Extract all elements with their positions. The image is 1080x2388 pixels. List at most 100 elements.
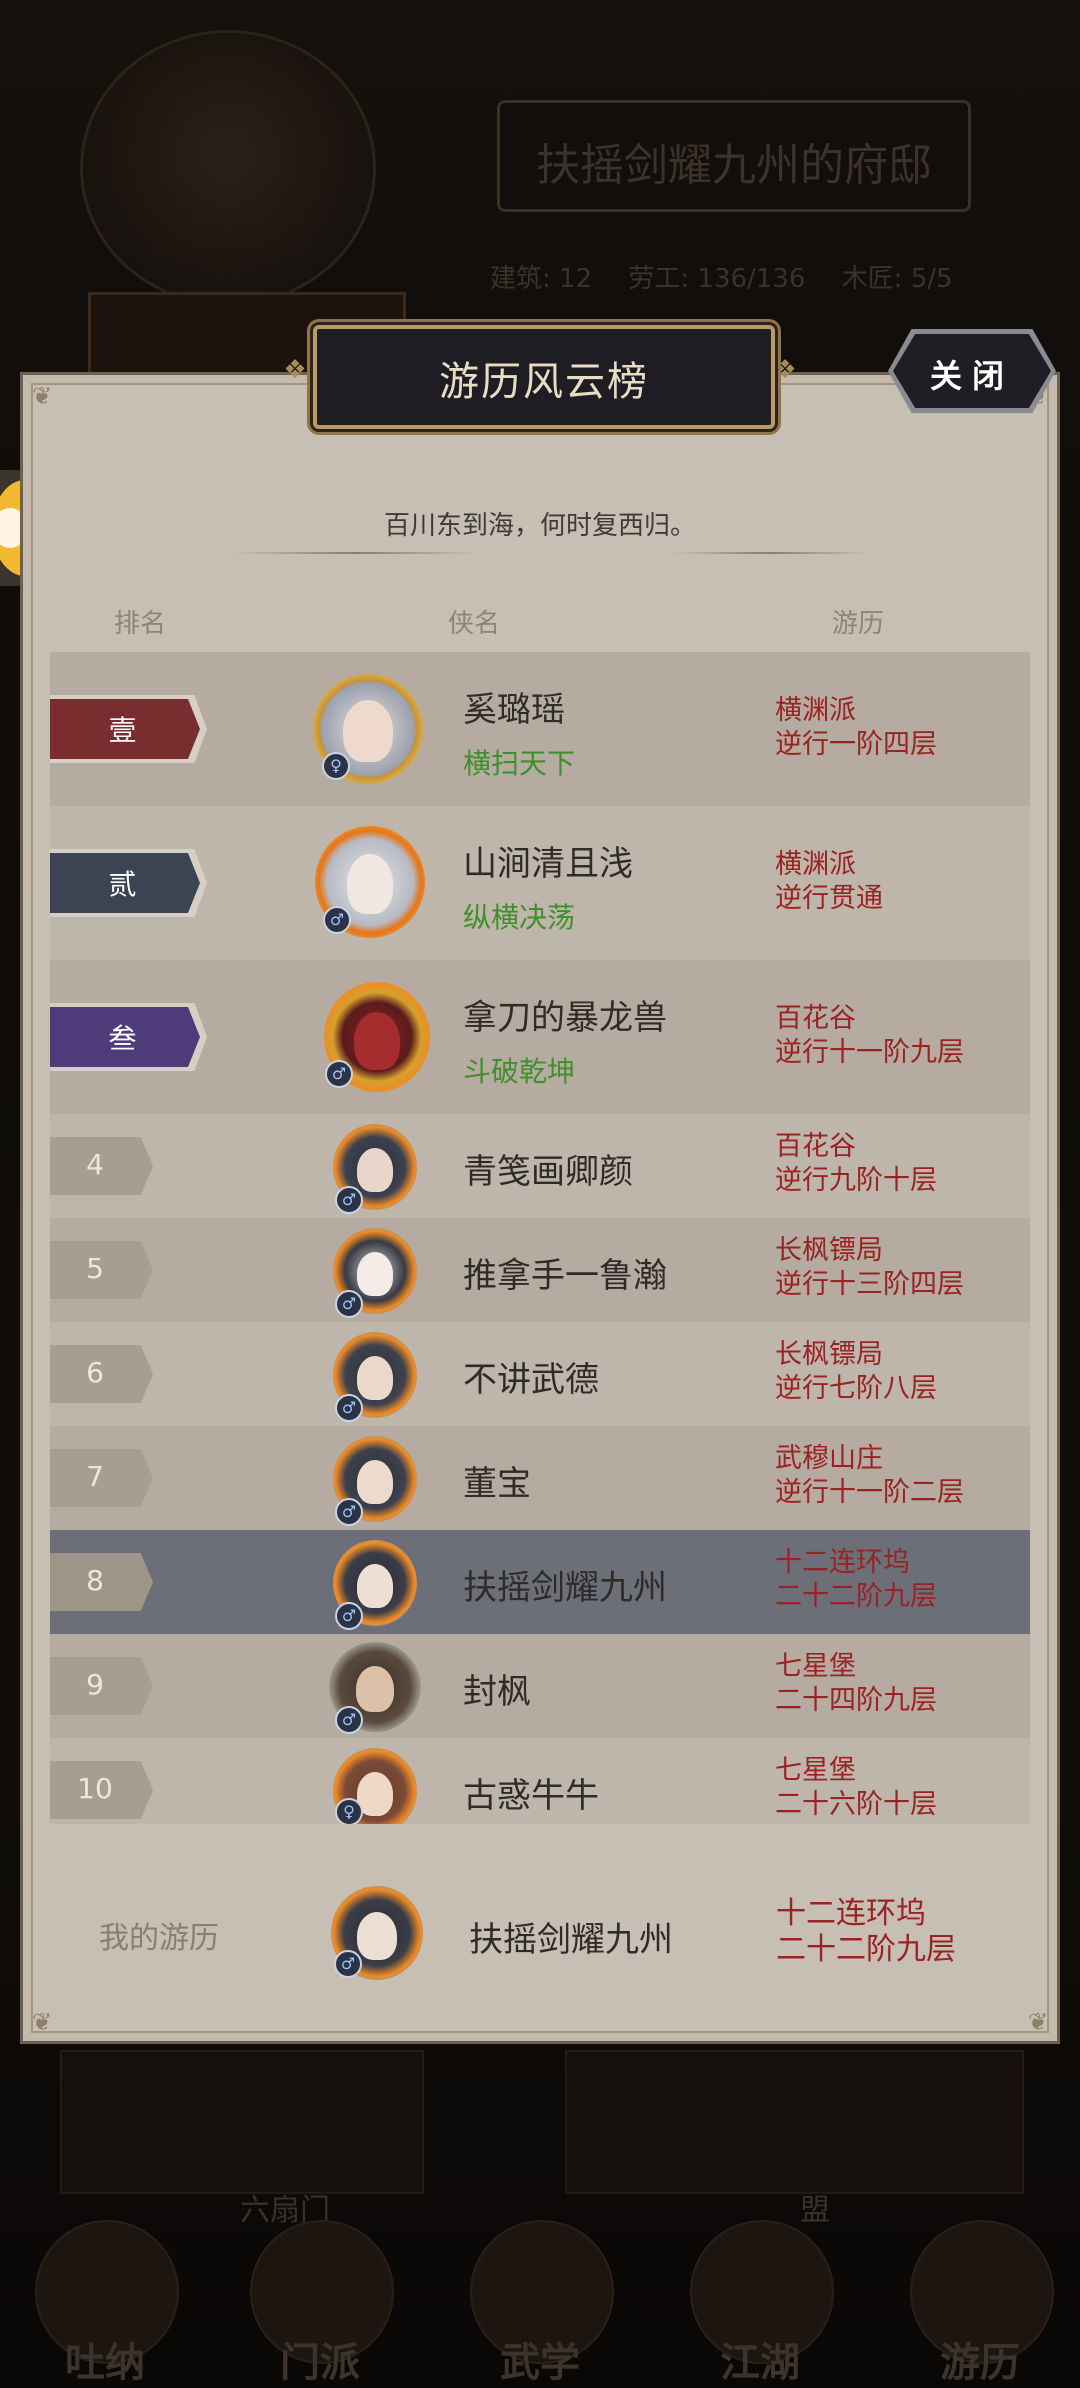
close-button-label: 关闭 [929, 357, 1014, 395]
avatar-3-face [354, 1012, 400, 1070]
sect-10: 七星堡 [775, 1755, 856, 1786]
gender-icon-4: ♂ [335, 1186, 363, 1214]
rank-flag-2: 贰 [50, 849, 207, 917]
avatar-9-face [356, 1666, 394, 1712]
ranking-row-9[interactable]: 9 ♂ 封枫 七星堡 二十四阶九层 [50, 1634, 1030, 1738]
modal-subtitle: 百川东到海，何时复西归。 [383, 511, 696, 541]
sect-2: 横渊派 [775, 849, 856, 880]
rank-tag-5: 5 [50, 1241, 153, 1299]
player-title-1: 横扫天下 [463, 747, 576, 780]
gender-icon-3: ♂ [325, 1060, 353, 1088]
avatar-5-face [357, 1252, 393, 1296]
progress-8: 二十二阶九层 [775, 1581, 937, 1612]
progress-9: 二十四阶九层 [775, 1685, 937, 1716]
stat-buildings: 建筑: 12 [490, 264, 593, 294]
my-progress: 二十二阶九层 [776, 1932, 956, 1967]
column-header-travel: 游历 [832, 609, 885, 639]
ranking-row-7[interactable]: 7 ♂ 董宝 武穆山庄 逆行十一阶二层 [50, 1426, 1030, 1530]
modal-title: 游历风云榜 [439, 359, 649, 405]
progress-2: 逆行贯通 [775, 883, 883, 914]
rank-label-2: 贰 [108, 868, 137, 901]
my-avatar-face [357, 1912, 397, 1960]
rank-tag-7: 7 [50, 1449, 153, 1507]
rank-number-7: 7 [86, 1460, 104, 1493]
nav-jianghu: 江湖 [675, 2220, 845, 2386]
gender-icon-8: ♂ [335, 1602, 363, 1630]
progress-5: 逆行十三阶四层 [775, 1269, 964, 1300]
gender-icon-2: ♂ [323, 906, 351, 934]
nav-wuxue-label: 武学 [500, 2340, 580, 2386]
player-name-3[interactable]: 拿刀的暴龙兽 [463, 990, 667, 1039]
player-name-2[interactable]: 山涧清且浅 [463, 836, 633, 885]
nav-youli-label: 游历 [940, 2340, 1020, 2386]
rank-tag-8: 8 [50, 1553, 153, 1611]
estate-emblem [80, 30, 376, 306]
ranking-row-8-self[interactable]: 8 ♂ 扶摇剑耀九州 十二连环坞 二十二阶九层 [50, 1530, 1030, 1634]
sect-4: 百花谷 [775, 1131, 856, 1162]
rank-number-5: 5 [86, 1252, 104, 1285]
building-alliance [565, 2050, 1024, 2194]
rank-tag-6: 6 [50, 1345, 153, 1403]
sect-7: 武穆山庄 [775, 1443, 883, 1474]
sect-6: 长枫镖局 [775, 1339, 883, 1370]
rank-number-6: 6 [86, 1356, 104, 1389]
nav-wuxue: 武学 [455, 2220, 625, 2386]
close-button[interactable]: 关闭 [893, 334, 1051, 408]
ranking-row-2[interactable]: 贰 ♂ 山涧清且浅 纵横决荡 横渊派 逆行贯通 [50, 806, 1030, 960]
column-header-name: 侠名 [448, 609, 501, 639]
estate-title-box: 扶摇剑耀九州的府邸 [497, 100, 971, 212]
subtitle-ornament-right [670, 552, 870, 554]
player-name-9[interactable]: 封枫 [463, 1664, 531, 1713]
rank-number-4: 4 [86, 1148, 104, 1181]
avatar-7-face [357, 1460, 393, 1504]
gender-icon-6: ♂ [335, 1394, 363, 1422]
progress-7: 逆行十一阶二层 [775, 1477, 964, 1508]
sect-3: 百花谷 [775, 1003, 856, 1034]
player-name-5[interactable]: 推拿手一鲁瀚 [463, 1248, 667, 1297]
gender-icon-10: ♀ [335, 1798, 363, 1824]
estate-stats: 建筑: 12 劳工: 136/136 木匠: 5/5 [490, 258, 981, 295]
gender-icon-1: ♀ [322, 752, 350, 780]
avatar-6-face [357, 1356, 393, 1400]
rank-tag-10: 10 [50, 1761, 153, 1819]
my-sect: 十二连环坞 [776, 1896, 926, 1931]
gender-icon-5: ♂ [335, 1290, 363, 1318]
rank-tag-9: 9 [50, 1657, 153, 1715]
column-header-rank: 排名 [114, 609, 167, 639]
progress-1: 逆行一阶四层 [775, 729, 937, 760]
player-name-10[interactable]: 古惑牛牛 [463, 1768, 599, 1817]
title-wing-left: ❖ [283, 355, 307, 385]
ranking-row-4[interactable]: 4 ♂ 青笺画卿颜 百花谷 逆行九阶十层 [50, 1114, 1030, 1218]
avatar-8-face [357, 1564, 393, 1608]
avatar-2-face [347, 854, 393, 914]
corner-ornament-bl: ❦ [31, 2008, 53, 2036]
ranking-row-3[interactable]: 叁 ♂ 拿刀的暴龙兽 斗破乾坤 百花谷 逆行十一阶九层 [50, 960, 1030, 1114]
estate-title: 扶摇剑耀九州的府邸 [536, 140, 932, 191]
player-name-8[interactable]: 扶摇剑耀九州 [463, 1560, 667, 1609]
building-area: 六扇门 盟 [60, 2050, 1024, 2230]
rank-label-1: 壹 [108, 714, 137, 747]
player-title-2: 纵横决荡 [463, 901, 576, 934]
rank-number-10: 10 [77, 1772, 113, 1805]
nav-tuna-label: 吐纳 [65, 2340, 145, 2386]
ranking-row-1[interactable]: 壹 ♀ 奚璐瑶 横扫天下 横渊派 逆行一阶四层 [50, 652, 1030, 806]
player-name-6[interactable]: 不讲武德 [463, 1352, 599, 1401]
player-name-1[interactable]: 奚璐瑶 [463, 682, 565, 731]
corner-ornament-tl: ❦ [31, 382, 53, 410]
ranking-row-10[interactable]: 10 ♀ 古惑牛牛 七星堡 二十六阶十层 [50, 1738, 1030, 1824]
rank-number-8: 8 [86, 1564, 104, 1597]
sect-8: 十二连环坞 [775, 1547, 910, 1578]
modal-title-plate: 游历风云榜 [313, 325, 775, 429]
nav-youli: 游历 [895, 2220, 1065, 2386]
player-name-7[interactable]: 董宝 [463, 1456, 531, 1505]
ranking-row-6[interactable]: 6 ♂ 不讲武德 长枫镖局 逆行七阶八层 [50, 1322, 1030, 1426]
sect-9: 七星堡 [775, 1651, 856, 1682]
progress-10: 二十六阶十层 [775, 1789, 937, 1820]
nav-menpai-label: 门派 [280, 2340, 360, 2386]
subtitle-ornament-left [230, 552, 480, 554]
ranking-row-5[interactable]: 5 ♂ 推拿手一鲁瀚 长枫镖局 逆行十三阶四层 [50, 1218, 1030, 1322]
my-gender-icon: ♂ [334, 1950, 362, 1978]
sect-1: 横渊派 [775, 695, 856, 726]
gender-icon-7: ♂ [335, 1498, 363, 1526]
player-name-4[interactable]: 青笺画卿颜 [463, 1144, 633, 1193]
